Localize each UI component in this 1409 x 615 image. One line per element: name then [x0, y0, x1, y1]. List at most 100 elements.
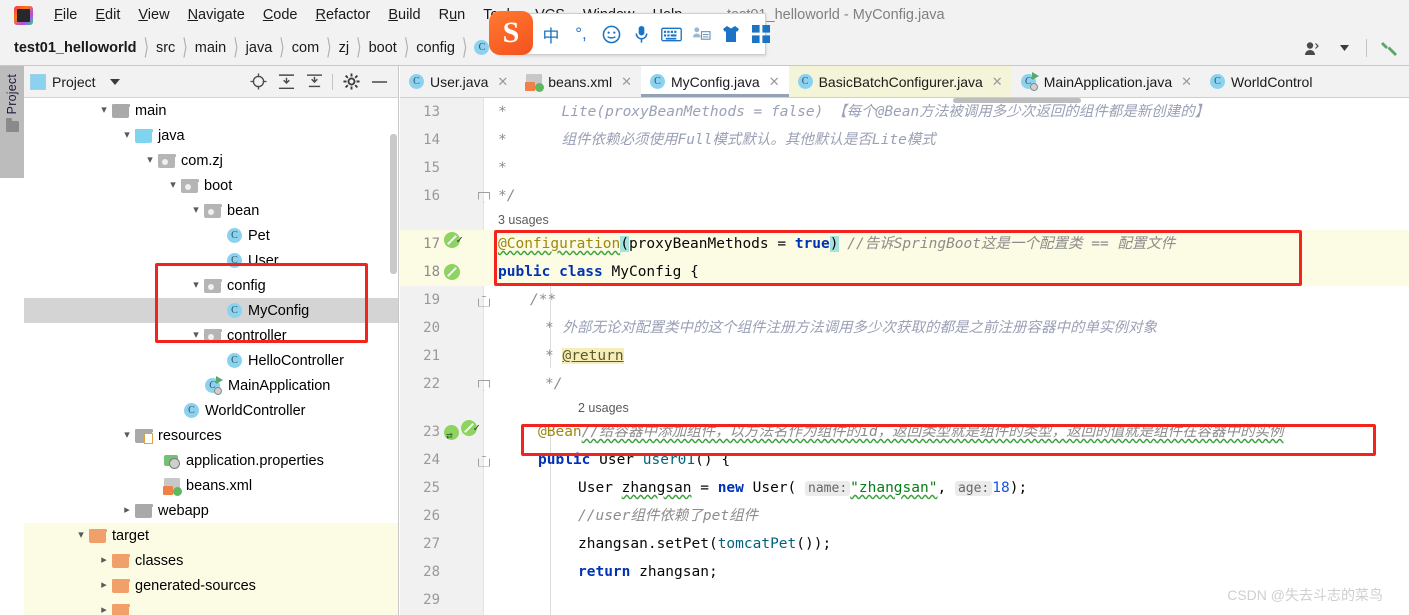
chevron-down-icon[interactable]: ▾ [165, 180, 181, 191]
chevron-right-icon[interactable]: ▸ [96, 605, 112, 615]
tab-beans-xml[interactable]: beans.xml ✕ [517, 66, 641, 97]
chevron-down-icon[interactable] [1330, 35, 1358, 61]
tree-node-hellocontroller[interactable]: C HelloController [24, 348, 398, 373]
chevron-down-icon[interactable]: ▾ [73, 530, 89, 541]
sogou-ime-toolbar[interactable]: S 中 °, [489, 11, 770, 55]
code-line-17[interactable]: 17 ✓ @Configuration(proxyBeanMethods = t… [400, 230, 1409, 258]
chevron-down-icon[interactable] [109, 78, 120, 85]
skin-icon[interactable] [717, 19, 745, 49]
code-line-18[interactable]: 18 public class MyConfig { [400, 258, 1409, 286]
tree-node-config[interactable]: ▾ config [24, 273, 398, 298]
code-line-27[interactable]: 27 zhangsan.setPet(tomcatPet()); [400, 530, 1409, 558]
punctuation-icon[interactable]: °, [567, 19, 595, 49]
tree-node-resources[interactable]: ▾ resources [24, 423, 398, 448]
locate-target-icon[interactable] [245, 70, 271, 94]
menu-item-code[interactable]: Code [254, 0, 307, 30]
close-icon[interactable]: ✕ [497, 74, 508, 90]
tab-mainapplication-java[interactable]: C MainApplication.java ✕ [1012, 66, 1201, 97]
soft-keyboard-icon[interactable] [657, 19, 685, 49]
menu-item-navigate[interactable]: Navigate [179, 0, 254, 30]
chevron-right-icon[interactable]: ▸ [119, 505, 135, 516]
chevron-down-icon[interactable]: ▾ [188, 280, 204, 291]
chevron-down-icon[interactable]: ▾ [142, 155, 158, 166]
code-line-14[interactable]: 14 * 组件依赖必须使用Full模式默认。其他默认是否Lite模式 [400, 126, 1409, 154]
breadcrumb-item-config[interactable]: config [416, 40, 455, 56]
breadcrumb-item-main[interactable]: main [195, 40, 226, 56]
user-account-icon[interactable] [1298, 35, 1326, 61]
close-icon[interactable]: ✕ [621, 74, 632, 90]
tree-node-partial[interactable]: ▸ [24, 598, 398, 615]
code-line-23[interactable]: 23 ✓ @Bean//给容器中添加组件，以方法名作为组件的id，返回类型就是组… [400, 418, 1409, 450]
chevron-down-icon[interactable]: ▾ [188, 330, 204, 341]
usages-hint-23[interactable]: 2 usages [440, 398, 1409, 418]
menu-item-refactor[interactable]: Refactor [307, 0, 380, 30]
tree-node-pet[interactable]: C Pet [24, 223, 398, 248]
toolbox-icon[interactable] [747, 19, 775, 49]
code-fold-icon[interactable] [478, 455, 489, 466]
hide-panel-icon[interactable] [366, 70, 392, 94]
chevron-right-icon[interactable]: ▸ [96, 580, 112, 591]
tree-node-webapp[interactable]: ▸ webapp [24, 498, 398, 523]
tree-node-bean[interactable]: ▾ bean [24, 198, 398, 223]
emoji-icon[interactable] [597, 19, 625, 49]
chevron-right-icon[interactable]: ▸ [96, 555, 112, 566]
project-tree[interactable]: ▾ main ▾ java ▾ com.zj ▾ boot ▾ bean C P… [24, 98, 398, 615]
tree-node-main[interactable]: ▾ main [24, 98, 398, 123]
chevron-down-icon[interactable]: ▾ [119, 430, 135, 441]
settings-gear-icon[interactable] [338, 70, 364, 94]
tab-myconfig-java[interactable]: C MyConfig.java ✕ [640, 66, 789, 97]
code-line-19[interactable]: 19 /** [400, 286, 1409, 314]
close-icon[interactable]: ✕ [1181, 74, 1192, 90]
expand-all-icon[interactable] [273, 70, 299, 94]
menu-item-build[interactable]: Build [379, 0, 429, 30]
tree-node-boot[interactable]: ▾ boot [24, 173, 398, 198]
code-fold-icon[interactable] [478, 191, 489, 202]
voice-input-icon[interactable] [627, 19, 655, 49]
sogou-logo-icon[interactable]: S [489, 11, 533, 55]
tree-node-generated-sources[interactable]: ▸ generated-sources [24, 573, 398, 598]
tree-node-beans-xml[interactable]: beans.xml [24, 473, 398, 498]
tree-node-java[interactable]: ▾ java [24, 123, 398, 148]
tree-node-application-properties[interactable]: application.properties [24, 448, 398, 473]
bean-navigate-icon[interactable] [444, 422, 459, 450]
chevron-down-icon[interactable]: ▾ [96, 105, 112, 116]
tree-node-mainapplication[interactable]: C MainApplication [24, 373, 398, 398]
breadcrumb-item-com[interactable]: com [292, 40, 319, 56]
code-line-26[interactable]: 26 //user组件依赖了pet组件 [400, 502, 1409, 530]
breadcrumb-item-boot[interactable]: boot [369, 40, 397, 56]
menu-item-file[interactable]: File [45, 0, 86, 30]
tree-node-controller[interactable]: ▾ controller [24, 323, 398, 348]
tab-worldcontroller-java[interactable]: C WorldControl [1201, 66, 1321, 97]
usages-hint-17[interactable]: 3 usages [400, 210, 1409, 230]
code-line-20[interactable]: 20 * 外部无论对配置类中的这个组件注册方法调用多少次获取的都是之前注册容器中… [400, 314, 1409, 342]
tree-node-user[interactable]: C User [24, 248, 398, 273]
tab-user-java[interactable]: C User.java ✕ [400, 66, 517, 97]
code-editor[interactable]: 13 * Lite(proxyBeanMethods = false) 【每个@… [400, 98, 1409, 615]
tree-node-com-zj[interactable]: ▾ com.zj [24, 148, 398, 173]
code-fold-icon[interactable] [478, 295, 489, 306]
breadcrumb-item-java[interactable]: java [246, 40, 273, 56]
code-line-21[interactable]: 21 * @return [400, 342, 1409, 370]
code-line-16[interactable]: 16 */ [400, 182, 1409, 210]
stripe-tab-project[interactable]: Project [0, 66, 24, 178]
menu-item-run[interactable]: Run [430, 0, 475, 30]
tree-node-worldcontroller[interactable]: C WorldController [24, 398, 398, 423]
breadcrumb-item-project[interactable]: test01_helloworld [14, 40, 136, 56]
code-line-25[interactable]: 25 User zhangsan = new User( name: "zhang… [400, 474, 1409, 502]
close-icon[interactable]: ✕ [769, 74, 780, 90]
tree-node-target[interactable]: ▾ target [24, 523, 398, 548]
tab-basicbatchconfigurer-java[interactable]: C BasicBatchConfigurer.java ✕ [788, 66, 1012, 97]
user-dictionary-icon[interactable] [687, 19, 715, 49]
build-hammer-icon[interactable] [1375, 35, 1403, 61]
collapse-all-icon[interactable] [301, 70, 327, 94]
code-line-15[interactable]: 15 * [400, 154, 1409, 182]
code-line-24[interactable]: 24 public User user01() { [400, 446, 1409, 474]
code-line-22[interactable]: 22 */ [400, 370, 1409, 398]
chevron-down-icon[interactable]: ▾ [119, 130, 135, 141]
code-line-13[interactable]: 13 * Lite(proxyBeanMethods = false) 【每个@… [400, 98, 1409, 126]
code-line-28[interactable]: 28 return zhangsan; [400, 558, 1409, 586]
chinese-mode-icon[interactable]: 中 [537, 19, 565, 49]
tree-node-classes[interactable]: ▸ classes [24, 548, 398, 573]
menu-item-view[interactable]: View [129, 0, 178, 30]
breadcrumb-item-src[interactable]: src [156, 40, 175, 56]
